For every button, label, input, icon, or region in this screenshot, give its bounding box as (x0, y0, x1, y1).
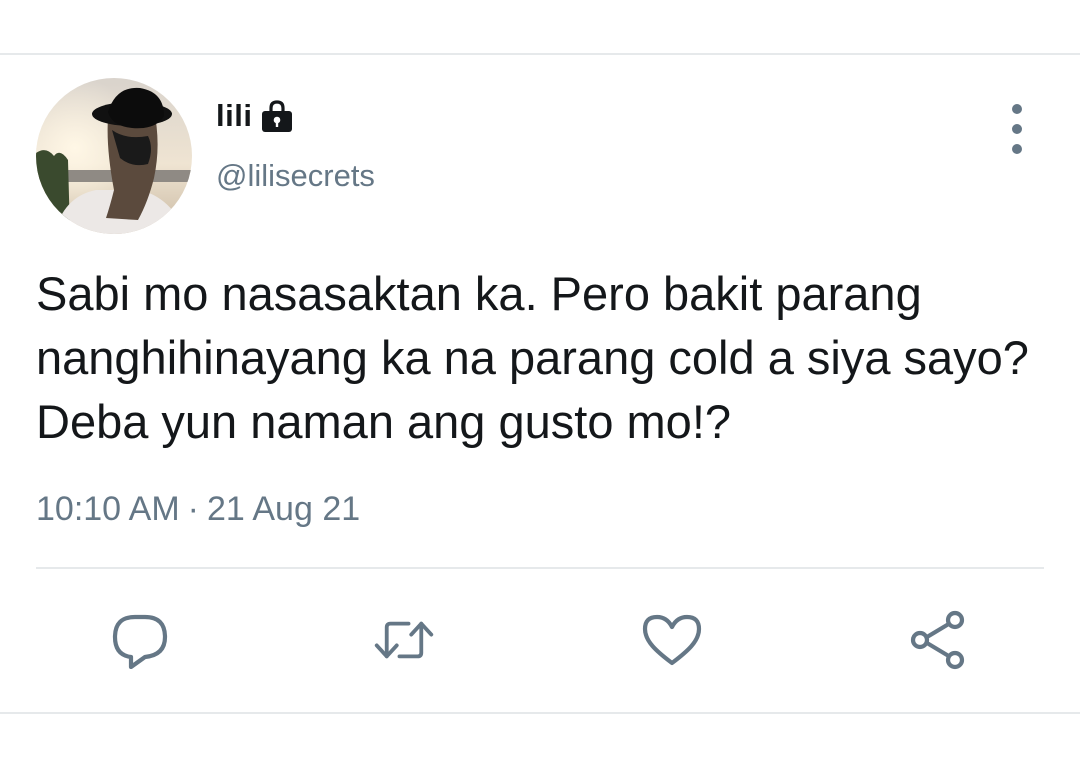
more-dot (1012, 104, 1022, 114)
more-dot (1012, 144, 1022, 154)
action-divider (36, 567, 1044, 569)
retweet-icon (374, 621, 434, 659)
tweet-text: Sabi mo nasasaktan ka. Pero bakit parang… (36, 267, 1043, 448)
display-name[interactable]: lili (216, 98, 252, 134)
share-icon (910, 610, 965, 670)
tweet-time: 10:10 AM (36, 490, 180, 528)
display-name-row: lili (216, 94, 294, 138)
avatar-photo (36, 78, 192, 234)
reply-icon (112, 614, 168, 669)
meta-separator: · (187, 490, 199, 528)
more-vertical-icon[interactable] (1000, 104, 1034, 154)
more-dot (1012, 124, 1022, 134)
tweet-detail-view: lili @lilisecrets Sabi mo nasasaktan ka.… (0, 0, 1080, 771)
user-handle[interactable]: @lilisecrets (216, 158, 375, 194)
tweet-date: 21 Aug 21 (206, 490, 361, 528)
avatar[interactable] (36, 78, 192, 234)
retweet-button[interactable] (374, 610, 434, 670)
tweet-timestamp[interactable]: 10:10 AM · 21 Aug 21 (36, 490, 360, 529)
share-button[interactable] (908, 610, 968, 670)
bottom-divider (0, 712, 1080, 714)
lock-icon (260, 99, 294, 133)
like-button[interactable] (642, 610, 702, 670)
top-divider (0, 53, 1080, 55)
reply-button[interactable] (110, 610, 170, 670)
heart-icon (642, 614, 702, 666)
